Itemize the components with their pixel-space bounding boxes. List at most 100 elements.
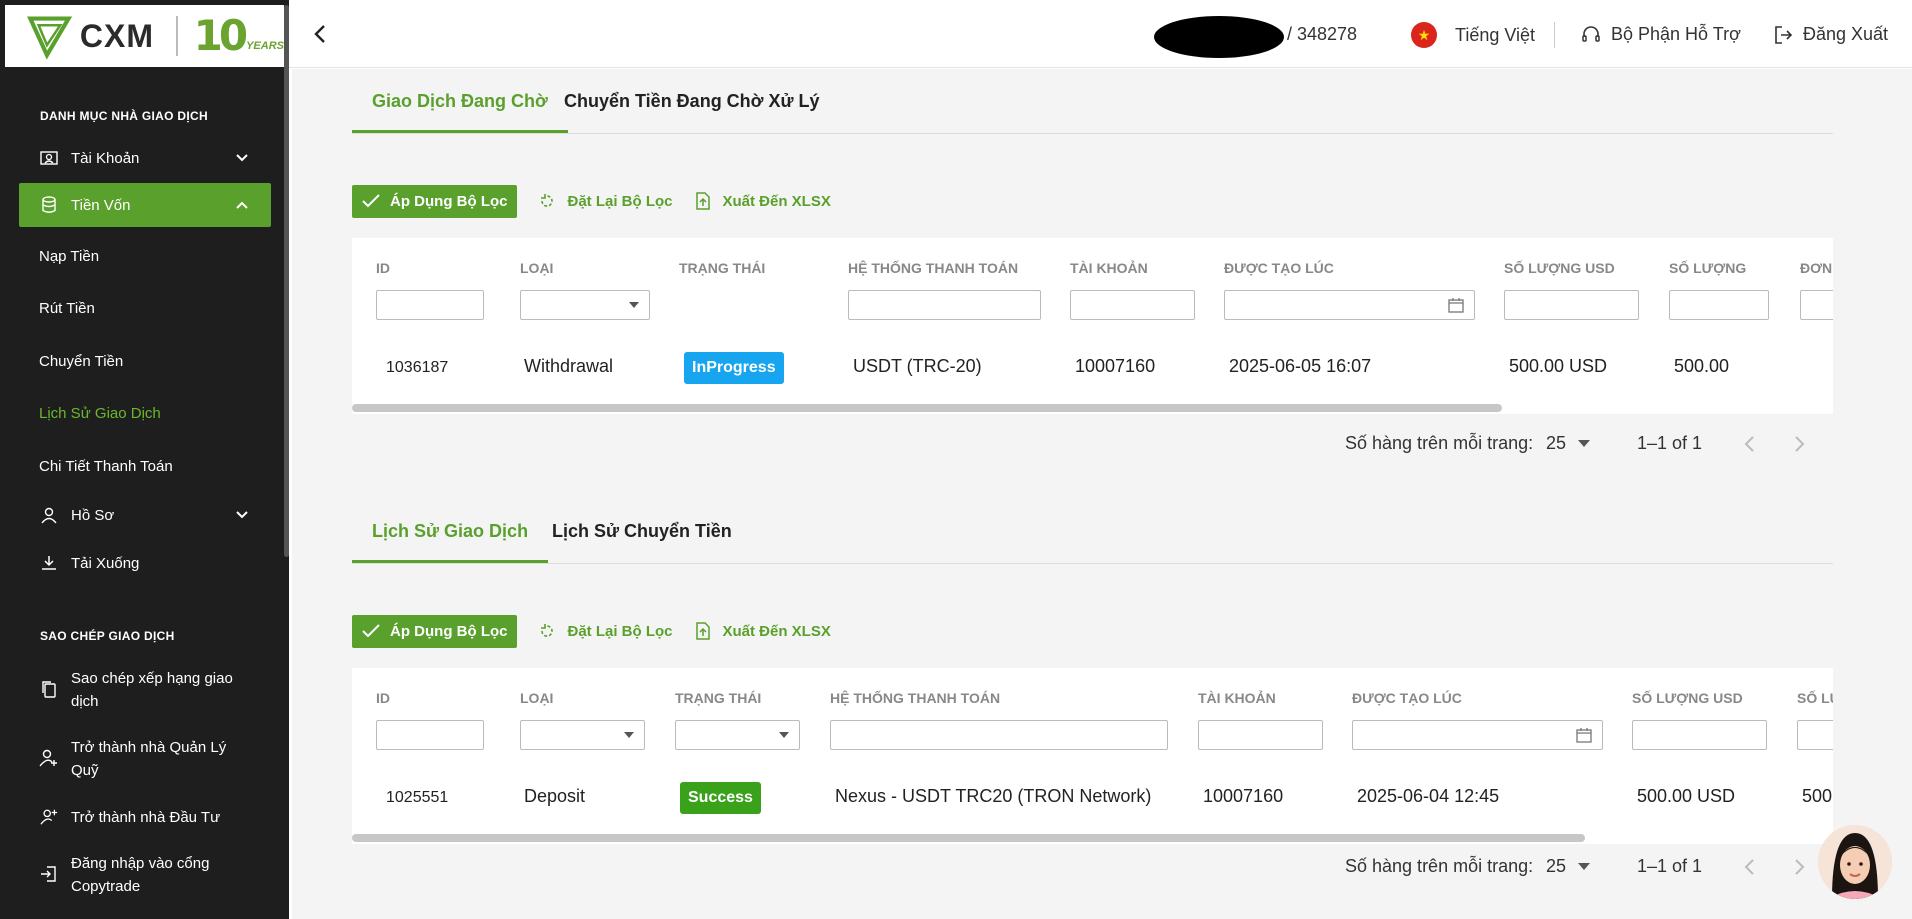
cell-account: 10007160 (1075, 356, 1156, 376)
cell-usd-amount: 500.00 USD (1637, 786, 1736, 806)
filter-type-select[interactable] (520, 290, 650, 320)
rows-per-page-label: Số hàng trên mỗi trang: (1345, 433, 1534, 453)
filter-date-input[interactable] (1352, 720, 1603, 750)
next-page-icon[interactable] (1792, 435, 1806, 453)
history-export-xlsx-button[interactable]: Xuất Đến XLSX (695, 622, 831, 640)
top-bar: / 348278 ★ Tiếng Việt Bộ Phận Hỗ Trợ Đăn… (289, 0, 1912, 68)
sidebar-item-profile[interactable]: Hồ Sơ (19, 493, 271, 537)
col-header-usd-amount: SỐ LƯỢNG USD (1632, 690, 1743, 706)
filter-account-input[interactable] (1070, 290, 1195, 320)
sidebar-subitem-payment-details[interactable]: Chi Tiết Thanh Toán (39, 458, 173, 475)
section-title-trader-menu: DANH MỤC NHÀ GIAO DỊCH (40, 109, 208, 123)
vietnam-flag-icon: ★ (1411, 22, 1437, 48)
history-table-hscrollbar[interactable] (352, 834, 1585, 842)
dropdown-arrow-icon (1578, 863, 1591, 870)
next-page-icon[interactable] (1792, 858, 1806, 876)
sidebar-subitem-history[interactable]: Lịch Sử Giao Dịch (39, 405, 161, 422)
filter-id-input[interactable] (376, 290, 484, 320)
copy-icon (42, 681, 56, 698)
filter-date-input[interactable] (1224, 290, 1475, 320)
prev-page-icon[interactable] (1743, 858, 1757, 876)
rows-per-page-select[interactable]: 25 (1546, 433, 1591, 454)
tab-pending-transactions[interactable]: Giao Dịch Đang Chờ (352, 91, 568, 133)
filter-usd-input[interactable] (1504, 290, 1639, 320)
brand-name: CXM (79, 17, 154, 54)
back-arrow-icon[interactable] (309, 22, 333, 46)
cell-created-at: 2025-06-05 16:07 (1229, 356, 1372, 376)
cell-amount: 500.00 (1674, 356, 1730, 376)
sidebar-item-label: Hồ Sơ (71, 506, 115, 524)
col-header-id: ID (376, 690, 390, 706)
tab-transfer-history[interactable]: Lịch Sử Chuyển Tiền (552, 521, 732, 560)
chevron-up-icon (236, 201, 248, 209)
pending-table-hscrollbar[interactable] (352, 404, 1502, 412)
dropdown-arrow-icon (1578, 440, 1591, 447)
pending-filter-bar: Áp Dụng Bộ Lọc Đặt Lại Bộ Lọc Xuất Đến X… (352, 184, 831, 218)
sidebar-item-label: Trở thành nhà Đầu Tư (71, 808, 221, 826)
filter-id-input[interactable] (376, 720, 484, 750)
sidebar-item-copytrade-login[interactable]: Đăng nhập vào cổng Copytrade (19, 852, 271, 898)
history-transactions-table: ID LOẠI TRẠNG THÁI HỆ THỐNG THANH TOÁN T… (352, 668, 1833, 844)
chat-assistant-avatar[interactable] (1818, 825, 1892, 899)
col-header-created-at: ĐƯỢC TẠO LÚC (1352, 690, 1462, 706)
history-reset-filter-button[interactable]: Đặt Lại Bộ Lọc (539, 623, 673, 640)
col-header-created-at: ĐƯỢC TẠO LÚC (1224, 260, 1334, 276)
pending-apply-filter-button[interactable]: Áp Dụng Bộ Lọc (352, 184, 518, 218)
logo[interactable]: CXM 10 YEARS (5, 5, 284, 67)
history-apply-filter-button[interactable]: Áp Dụng Bộ Lọc (352, 614, 518, 648)
support-button[interactable]: Bộ Phận Hỗ Trợ (1581, 24, 1741, 45)
sidebar-item-label: Tải Xuống (71, 554, 140, 572)
app-root: CXM 10 YEARS DANH MỤC NHÀ GIAO DỊCH Tài … (0, 0, 1912, 919)
tab-transaction-history[interactable]: Lịch Sử Giao Dịch (352, 521, 549, 563)
filter-payment-input[interactable] (848, 290, 1041, 320)
header-divider (1554, 22, 1555, 48)
accounts-icon (39, 148, 59, 168)
pending-reset-filter-button[interactable]: Đặt Lại Bộ Lọc (539, 193, 673, 210)
rows-per-page-label: Số hàng trên mỗi trang: (1345, 856, 1534, 876)
anniversary-badge: 10 YEARS (193, 11, 284, 60)
pending-pagination: Số hàng trên mỗi trang: 25 1–1 of 1 (292, 429, 1833, 459)
col-header-amount: SỐ LU (1797, 690, 1833, 706)
filter-payment-input[interactable] (830, 720, 1168, 750)
cell-usd-amount: 500.00 USD (1509, 356, 1608, 376)
filter-amount-input[interactable] (1797, 720, 1833, 750)
pending-export-xlsx-button[interactable]: Xuất Đến XLSX (695, 192, 831, 210)
cell-account: 10007160 (1203, 786, 1284, 806)
cell-created-at: 2025-06-04 12:45 (1357, 786, 1500, 806)
language-selector[interactable]: ★ Tiếng Việt (1411, 22, 1535, 48)
sidebar-item-account[interactable]: Tài Khoản (19, 136, 271, 180)
login-icon (41, 866, 56, 882)
cell-amount: 500 (1802, 786, 1833, 806)
sidebar-subitem-deposit[interactable]: Nạp Tiền (39, 248, 99, 265)
main-content: Giao Dịch Đang Chờ Chuyển Tiền Đang Chờ … (292, 69, 1912, 919)
sidebar-item-become-fund-manager[interactable]: Trở thành nhà Quản Lý Quỹ (19, 736, 271, 782)
filter-unit-input[interactable] (1800, 290, 1833, 320)
logo-divider (175, 16, 178, 56)
logout-button[interactable]: Đăng Xuất (1773, 24, 1888, 45)
filter-amount-input[interactable] (1669, 290, 1769, 320)
filter-status-select[interactable] (675, 720, 800, 750)
dropdown-arrow-icon (629, 302, 639, 308)
sidebar-item-downloads[interactable]: Tải Xuống (19, 541, 271, 585)
sidebar-item-become-investor[interactable]: Trở thành nhà Đầu Tư (19, 795, 271, 839)
col-header-status: TRẠNG THÁI (675, 690, 762, 706)
user-plus-icon (39, 749, 57, 767)
filter-type-select[interactable] (520, 720, 645, 750)
filter-account-input[interactable] (1198, 720, 1323, 750)
section-title-copy-trading: SAO CHÉP GIAO DỊCH (40, 629, 175, 643)
tab-pending-transfers[interactable]: Chuyển Tiền Đang Chờ Xử Lý (564, 91, 820, 130)
sidebar-subitem-transfer[interactable]: Chuyển Tiền (39, 353, 123, 370)
cell-payment-system: USDT (TRC-20) (853, 356, 982, 376)
user-icon (39, 505, 59, 525)
page-range: 1–1 of 1 (1637, 433, 1703, 453)
prev-page-icon[interactable] (1743, 435, 1757, 453)
filter-usd-input[interactable] (1632, 720, 1767, 750)
sidebar-scrollbar[interactable] (284, 5, 289, 557)
status-badge: Success (680, 782, 761, 814)
sidebar-item-copy-ranking[interactable]: Sao chép xếp hạng giao dịch (19, 667, 271, 713)
col-header-amount: SỐ LƯỢNG (1669, 260, 1747, 276)
rows-per-page-select[interactable]: 25 (1546, 856, 1591, 877)
sidebar-subitem-withdraw[interactable]: Rút Tiền (39, 300, 95, 317)
sidebar-item-label: Tài Khoản (71, 149, 140, 167)
sidebar-item-funds[interactable]: Tiền Vốn (19, 183, 271, 227)
